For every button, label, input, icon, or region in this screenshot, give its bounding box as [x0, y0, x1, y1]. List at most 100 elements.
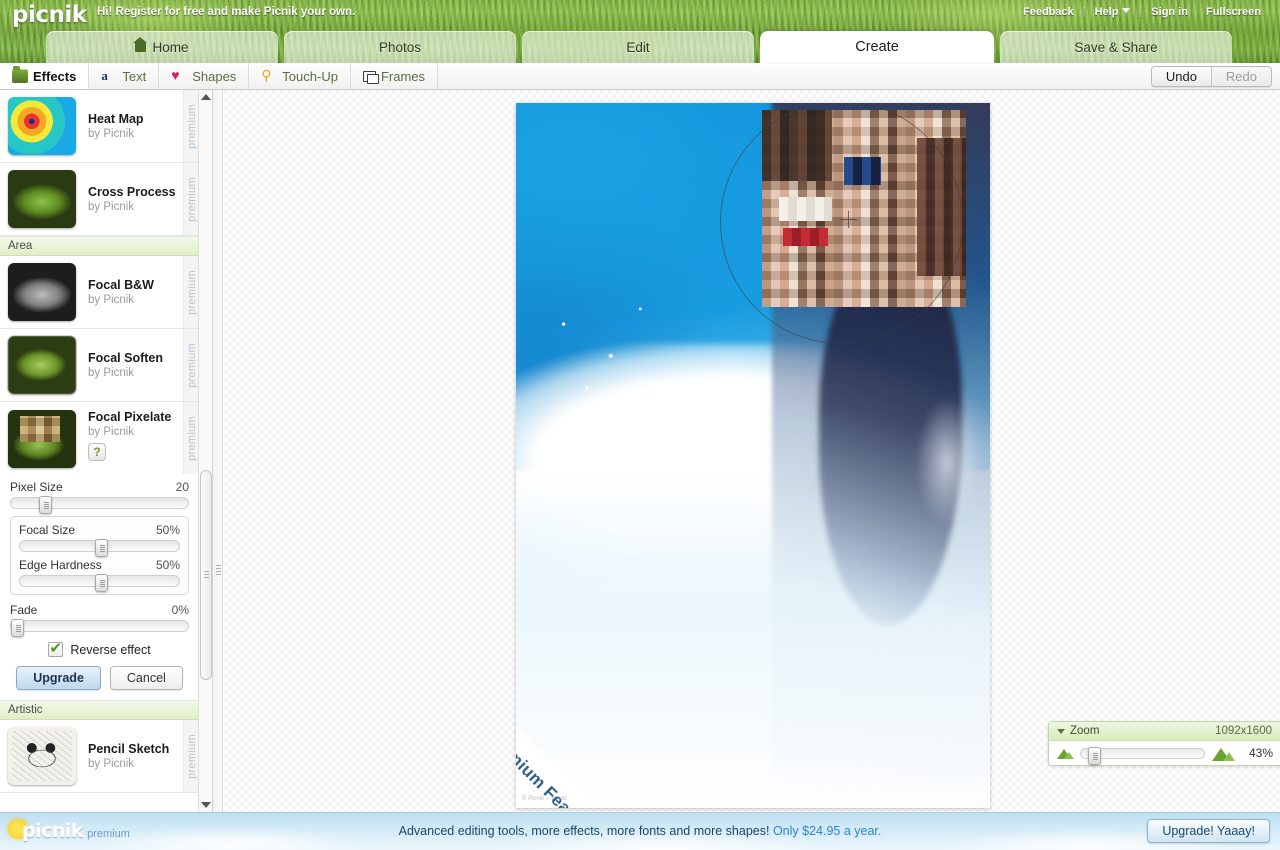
premium-badge: premium	[183, 329, 199, 401]
effect-help-button[interactable]: ?	[88, 443, 106, 461]
premium-badge-label: premium	[185, 176, 198, 222]
chevron-down-icon[interactable]	[1057, 728, 1065, 734]
pixel-size-slider[interactable]	[10, 496, 189, 514]
fullscreen-link[interactable]: Fullscreen	[1197, 6, 1270, 18]
tab-save-share[interactable]: Save & Share	[1000, 31, 1232, 63]
premium-badge: premium	[183, 720, 199, 792]
effect-row-heat-map[interactable]: Heat Map by Picnik premium	[0, 90, 199, 163]
zoom-slider[interactable]	[1080, 746, 1205, 765]
tab-photos[interactable]: Photos	[284, 31, 516, 63]
effect-row-focal-soften[interactable]: Focal Soften by Picnik premium	[0, 329, 199, 402]
reverse-effect-checkbox[interactable]	[48, 639, 64, 657]
effect-author: by Picnik	[88, 200, 135, 213]
focal-parameters-group: Focal Size 50% Edge Hardness 50%	[10, 516, 189, 595]
tab-home-label: Home	[152, 39, 189, 55]
main-tab-bar: Home Photos Edit Create Save & Share	[0, 31, 1280, 63]
effect-action-buttons: Upgrade Cancel	[10, 666, 189, 700]
tool-frames[interactable]: Frames	[351, 63, 438, 89]
pixel-size-label: Pixel Size	[10, 480, 63, 494]
fade-slider-handle[interactable]	[11, 619, 24, 637]
tab-edit[interactable]: Edit	[522, 31, 754, 63]
param-edge-hardness: Edge Hardness 50%	[19, 558, 180, 592]
upgrade-button[interactable]: Upgrade	[16, 666, 101, 690]
reverse-effect-row[interactable]: Reverse effect	[10, 639, 189, 657]
help-link[interactable]: Help	[1086, 6, 1140, 18]
edited-photo[interactable]: Premium Feature © Picnik ─ photo	[516, 103, 990, 808]
undo-button[interactable]: Undo	[1151, 67, 1212, 86]
effects-list: Heat Map by Picnik premium Cross Process…	[0, 90, 199, 793]
chevron-down-icon	[1122, 8, 1131, 13]
pixel-block-blue	[843, 157, 881, 186]
effect-name: Cross Process	[88, 184, 176, 199]
zoom-panel-header[interactable]: Zoom 1092x1600	[1049, 722, 1280, 741]
param-fade: Fade 0%	[10, 603, 189, 637]
cross-process-thumb-icon	[8, 170, 76, 228]
scrollbar-thumb[interactable]	[200, 470, 212, 680]
redo-button[interactable]: Redo	[1211, 67, 1271, 86]
zoom-title: Zoom	[1070, 725, 1100, 737]
premium-badge: premium	[183, 90, 199, 162]
zoom-in-mountain-icon[interactable]	[1211, 746, 1235, 761]
pixel-size-slider-handle[interactable]	[39, 496, 53, 514]
footer-message: Advanced editing tools, more effects, mo…	[0, 824, 1280, 838]
pixel-size-value: 20	[175, 480, 189, 494]
tab-create-label: Create	[855, 39, 899, 55]
cancel-button[interactable]: Cancel	[109, 666, 183, 690]
effect-row-cross-process[interactable]: Cross Process by Picnik premium	[0, 163, 199, 236]
effect-row-focal-bw[interactable]: Focal B&W by Picnik premium	[0, 256, 199, 329]
reverse-effect-label: Reverse effect	[70, 642, 151, 657]
focal-size-slider[interactable]	[19, 539, 180, 557]
effect-row-focal-pixelate[interactable]: Focal Pixelate by Picnik ? premium Pixel…	[0, 402, 199, 700]
focal-pixelate-thumb-icon	[8, 410, 76, 468]
section-header-area: Area	[0, 236, 199, 256]
premium-footer: picnik premium Advanced editing tools, m…	[0, 812, 1280, 850]
premium-badge-label: premium	[185, 342, 198, 388]
effect-row-pencil-sketch[interactable]: Pencil Sketch by Picnik premium	[0, 720, 199, 793]
sign-in-link[interactable]: Sign in	[1142, 6, 1197, 18]
tool-text[interactable]: a Text	[89, 63, 160, 89]
focal-size-slider-handle[interactable]	[94, 539, 108, 557]
heat-map-thumb-icon	[8, 97, 76, 155]
footer-upgrade-button[interactable]: Upgrade! Yaaay!	[1147, 819, 1270, 843]
panel-splitter[interactable]	[213, 90, 223, 812]
zoom-panel[interactable]: Zoom 1092x1600 43%	[1048, 721, 1280, 766]
pixel-block-white	[778, 196, 832, 221]
tab-photos-label: Photos	[378, 39, 422, 55]
scroll-up-arrow-icon[interactable]	[199, 90, 212, 104]
effect-name: Focal Pixelate	[88, 410, 172, 424]
picnik-logo[interactable]: picnik	[12, 2, 87, 28]
tab-create[interactable]: Create	[760, 31, 994, 63]
premium-badge: premium	[183, 163, 199, 235]
tab-home[interactable]: Home	[46, 31, 278, 63]
zoom-out-mountain-icon[interactable]	[1056, 747, 1074, 759]
tool-effects-label: Effects	[33, 68, 77, 84]
fade-slider[interactable]	[10, 619, 189, 637]
frames-icon	[362, 70, 379, 84]
effects-sidebar: Heat Map by Picnik premium Cross Process…	[0, 90, 213, 812]
tool-touch-up[interactable]: ⚲ Touch-Up	[249, 63, 351, 89]
effect-author: by Picnik	[88, 426, 135, 438]
scroll-down-arrow-icon[interactable]	[199, 798, 212, 812]
focal-soften-thumb-icon	[8, 336, 76, 394]
heart-icon: ♥	[171, 67, 180, 83]
premium-badge-label: premium	[185, 103, 198, 149]
tool-shapes[interactable]: ♥ Shapes	[159, 63, 250, 89]
section-header-artistic: Artistic	[0, 700, 199, 720]
feedback-link[interactable]: Feedback	[1014, 6, 1083, 18]
edge-hardness-slider[interactable]	[19, 574, 180, 592]
zoom-slider-handle[interactable]	[1088, 746, 1102, 765]
pixel-block-right	[917, 137, 967, 276]
effect-author: by Picnik	[88, 127, 135, 140]
photo-credit: © Picnik ─ photo	[522, 796, 567, 802]
tool-touchup-label: Touch-Up	[282, 68, 338, 84]
tool-effects[interactable]: Effects	[0, 63, 90, 89]
register-message: Hi! Register for free and make Picnik yo…	[97, 6, 356, 18]
tool-frames-label: Frames	[380, 68, 425, 84]
premium-badge: premium	[183, 402, 199, 474]
text-icon: a	[101, 68, 108, 83]
effect-name: Pencil Sketch	[88, 741, 170, 756]
photo-canvas[interactable]: Premium Feature © Picnik ─ photo Zoom 10…	[224, 90, 1280, 812]
sidebar-scrollbar[interactable]	[198, 90, 212, 812]
param-focal-size: Focal Size 50%	[19, 523, 180, 557]
edge-hardness-slider-handle[interactable]	[94, 574, 108, 592]
